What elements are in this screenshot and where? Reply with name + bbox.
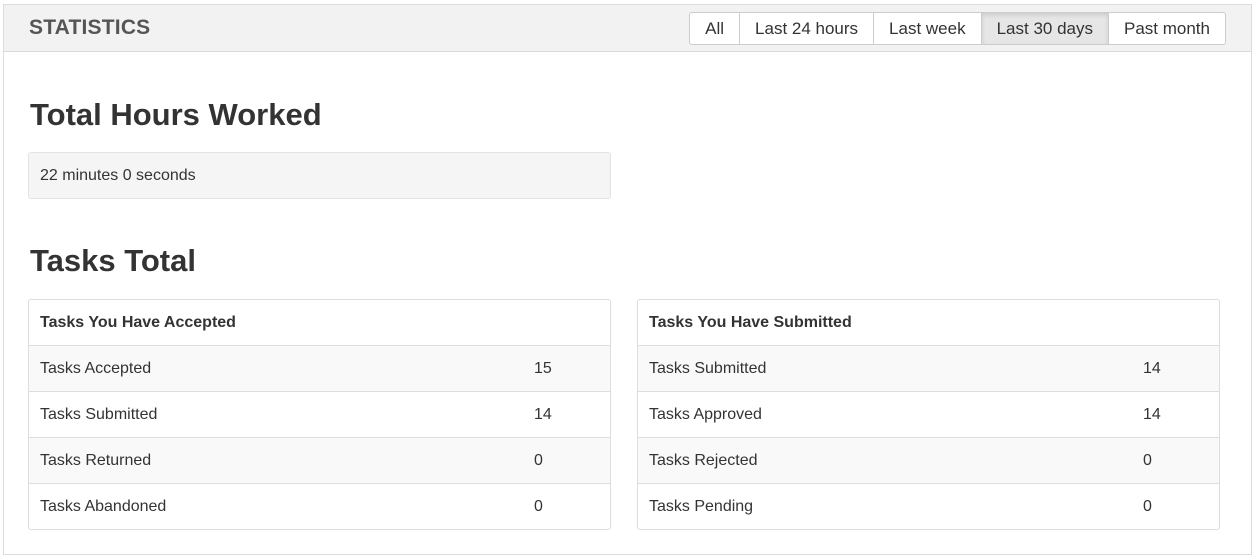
row-label: Tasks Pending xyxy=(649,498,754,515)
table-row: Tasks Abandoned 0 xyxy=(29,484,610,529)
row-label: Tasks Abandoned xyxy=(40,498,167,515)
row-value: 14 xyxy=(1143,360,1161,377)
statistics-panel: STATISTICS All Last 24 hours Last week L… xyxy=(3,4,1252,555)
row-value: 14 xyxy=(1143,406,1161,423)
row-value: 0 xyxy=(534,452,543,469)
table-row: Tasks Accepted 15 xyxy=(29,346,610,392)
filter-last-24-hours-button[interactable]: Last 24 hours xyxy=(740,12,875,45)
table-row: Tasks Submitted 14 xyxy=(29,392,610,438)
filter-all-button[interactable]: All xyxy=(689,12,741,45)
row-label: Tasks Returned xyxy=(40,452,152,469)
submitted-tasks-table-title: Tasks You Have Submitted xyxy=(638,300,1219,346)
row-label: Tasks Submitted xyxy=(40,406,158,423)
tasks-total-heading: Tasks Total xyxy=(30,243,196,278)
accepted-tasks-table-title: Tasks You Have Accepted xyxy=(29,300,610,346)
row-value: 0 xyxy=(1143,498,1152,515)
panel-heading: STATISTICS All Last 24 hours Last week L… xyxy=(4,5,1251,52)
row-value: 15 xyxy=(534,360,552,377)
time-filter-group: All Last 24 hours Last week Last 30 days… xyxy=(689,12,1226,45)
submitted-tasks-table: Tasks You Have Submitted Tasks Submitted… xyxy=(637,299,1220,530)
filter-past-month-button[interactable]: Past month xyxy=(1109,12,1226,45)
row-value: 0 xyxy=(1143,452,1152,469)
table-row: Tasks Approved 14 xyxy=(638,392,1219,438)
table-row: Tasks Submitted 14 xyxy=(638,346,1219,392)
filter-last-30-days-button[interactable]: Last 30 days xyxy=(981,12,1109,45)
row-label: Tasks Submitted xyxy=(649,360,767,377)
filter-last-week-button[interactable]: Last week xyxy=(874,12,982,45)
table-row: Tasks Rejected 0 xyxy=(638,438,1219,484)
row-label: Tasks Accepted xyxy=(40,360,152,377)
row-value: 14 xyxy=(534,406,552,423)
total-hours-value: 22 minutes 0 seconds xyxy=(28,152,611,199)
accepted-tasks-table: Tasks You Have Accepted Tasks Accepted 1… xyxy=(28,299,611,530)
total-hours-heading: Total Hours Worked xyxy=(30,97,322,132)
row-label: Tasks Approved xyxy=(649,406,762,423)
table-row: Tasks Returned 0 xyxy=(29,438,610,484)
row-value: 0 xyxy=(534,498,543,515)
panel-title: STATISTICS xyxy=(29,16,151,39)
table-row: Tasks Pending 0 xyxy=(638,484,1219,529)
row-label: Tasks Rejected xyxy=(649,452,758,469)
